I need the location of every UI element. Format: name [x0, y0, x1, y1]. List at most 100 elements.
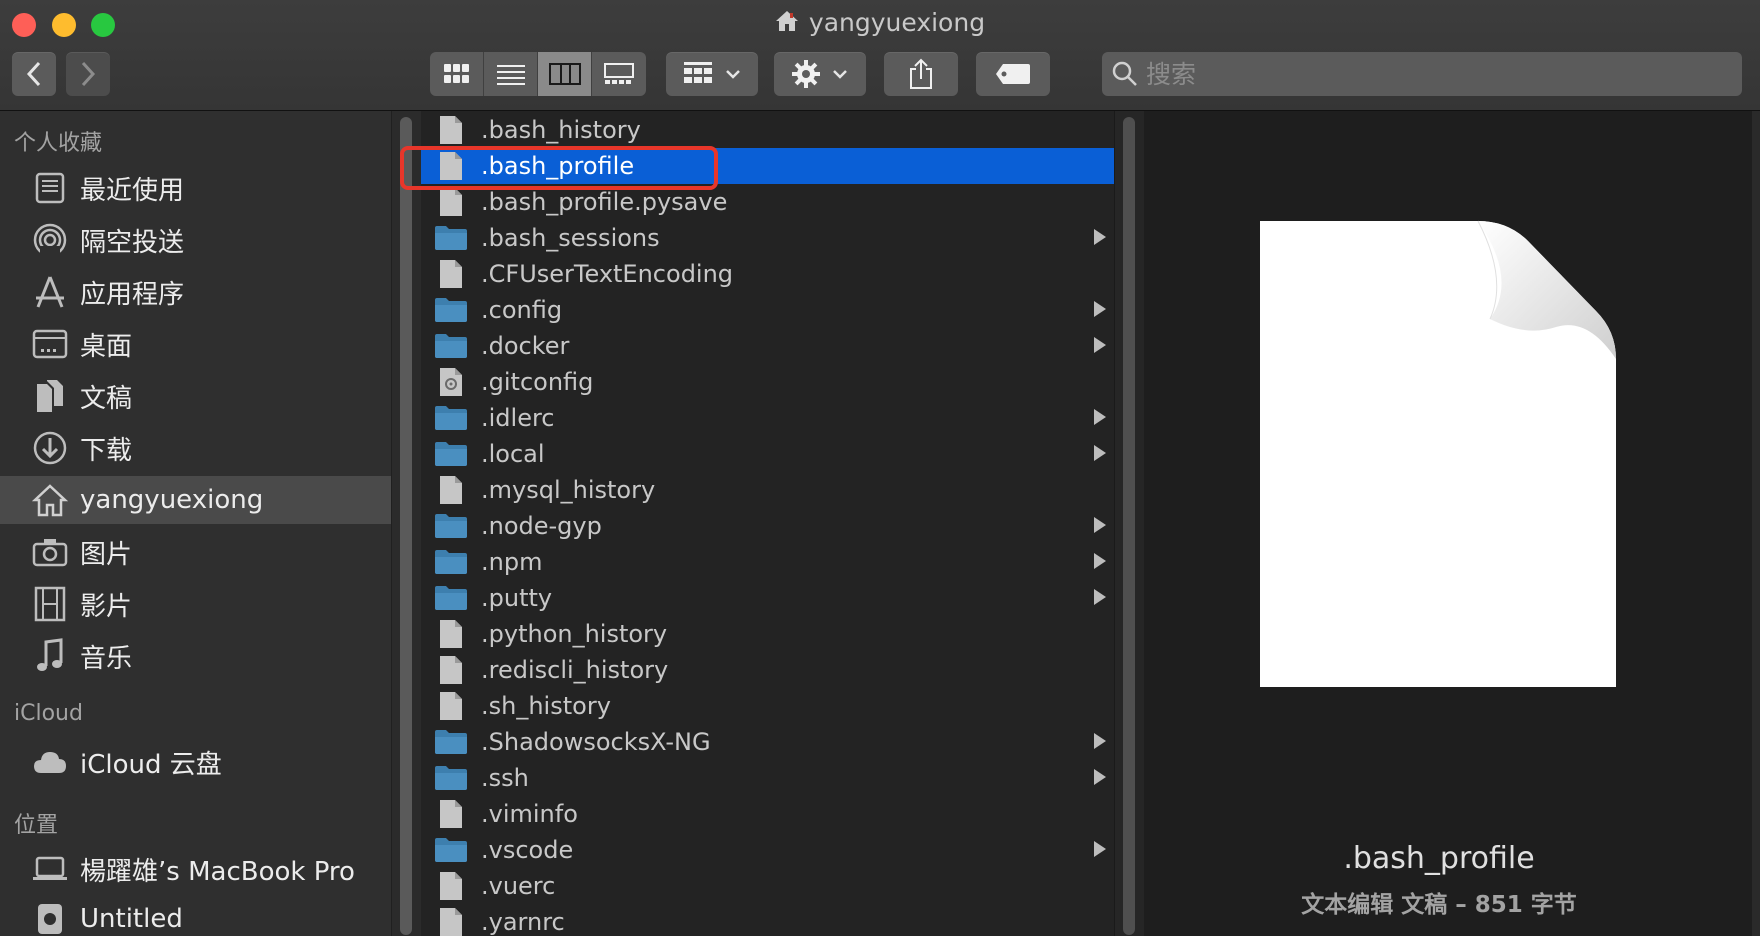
disclosure-arrow-icon [1094, 229, 1106, 245]
folder-icon [433, 293, 469, 327]
column-scrollbar[interactable] [1114, 111, 1144, 936]
minimize-window-button[interactable] [52, 13, 76, 37]
folder-row[interactable]: .vscode [421, 832, 1114, 868]
file-name: .bash_profile.pysave [481, 188, 728, 216]
action-menu-button[interactable] [774, 52, 866, 96]
folder-icon [433, 437, 469, 471]
file-name: .vuerc [481, 872, 556, 900]
file-row[interactable]: .mysql_history [421, 472, 1114, 508]
document-icon [433, 617, 469, 651]
folder-row[interactable]: .node-gyp [421, 508, 1114, 544]
folder-row[interactable]: .idlerc [421, 400, 1114, 436]
column-scroll-thumb[interactable] [1123, 117, 1135, 935]
file-name: .yarnrc [481, 908, 565, 936]
share-button[interactable] [884, 52, 958, 96]
sidebar-item-macbook[interactable]: 楊躍雄’s MacBook Pro [0, 845, 391, 893]
folder-row[interactable]: .config [421, 292, 1114, 328]
search-input[interactable] [1146, 59, 1726, 89]
sidebar-item-label: 下载 [80, 435, 133, 466]
folder-row[interactable]: .ssh [421, 760, 1114, 796]
sidebar: 个人收藏 最近使用 隔空投送 应用程序 桌面 文稿 下载 yangyuexion… [0, 111, 391, 936]
sidebar-item-downloads[interactable]: 下载 [0, 424, 391, 472]
file-row[interactable]: .rediscli_history [421, 652, 1114, 688]
file-name: .mysql_history [481, 476, 656, 504]
sidebar-scrollbar[interactable] [391, 111, 421, 936]
column-view-button[interactable] [538, 52, 592, 96]
sidebar-item-movies[interactable]: 影片 [0, 580, 391, 628]
folder-row[interactable]: .docker [421, 328, 1114, 364]
folder-row[interactable]: .putty [421, 580, 1114, 616]
sidebar-item-applications[interactable]: 应用程序 [0, 268, 391, 316]
file-row[interactable]: .bash_history [421, 112, 1114, 148]
airdrop-icon [30, 220, 70, 260]
desktop-icon [30, 324, 70, 364]
file-name: .idlerc [481, 404, 555, 432]
file-row[interactable]: .gitconfig [421, 364, 1114, 400]
document-icon [433, 257, 469, 291]
folder-icon [433, 221, 469, 255]
file-row[interactable]: .bash_profile [421, 148, 1114, 184]
disclosure-arrow-icon [1094, 517, 1106, 533]
search-field[interactable] [1102, 52, 1742, 96]
config-document-icon [433, 365, 469, 399]
cloud-icon [30, 742, 70, 782]
sidebar-item-label: 桌面 [80, 331, 133, 362]
sidebar-item-label: yangyuexiong [80, 485, 264, 515]
file-name: .viminfo [481, 800, 578, 828]
sidebar-item-airdrop[interactable]: 隔空投送 [0, 216, 391, 264]
preview-file-info: 文本编辑 文稿 – 851 字节 [1301, 892, 1577, 918]
chevron-down-icon [726, 70, 740, 79]
back-button[interactable] [12, 52, 56, 96]
group-by-button[interactable] [666, 52, 758, 96]
sidebar-scroll-thumb[interactable] [400, 117, 412, 935]
applications-icon [30, 272, 70, 312]
document-preview-icon [1258, 219, 1618, 693]
sidebar-item-label: 音乐 [80, 643, 133, 674]
folder-icon [433, 509, 469, 543]
folder-row[interactable]: .ShadowsocksX-NG [421, 724, 1114, 760]
forward-button[interactable] [66, 52, 110, 96]
disclosure-arrow-icon [1094, 841, 1106, 857]
sidebar-item-untitled[interactable]: Untitled [0, 895, 391, 936]
list-view-button[interactable] [484, 52, 538, 96]
view-mode-segmented [430, 52, 646, 96]
tags-button[interactable] [976, 52, 1050, 96]
sidebar-item-icloud-drive[interactable]: iCloud 云盘 [0, 738, 391, 786]
sidebar-item-recents[interactable]: 最近使用 [0, 164, 391, 212]
disclosure-arrow-icon [1094, 409, 1106, 425]
sidebar-item-home[interactable]: yangyuexiong [0, 476, 391, 524]
document-icon [433, 473, 469, 507]
folder-row[interactable]: .local [421, 436, 1114, 472]
folder-icon [433, 833, 469, 867]
gallery-view-button[interactable] [592, 52, 646, 96]
recents-icon [30, 168, 70, 208]
document-icon [433, 113, 469, 147]
columns-icon [548, 63, 581, 85]
folder-row[interactable]: .npm [421, 544, 1114, 580]
file-name: .config [481, 296, 563, 324]
sidebar-item-documents[interactable]: 文稿 [0, 372, 391, 420]
folder-row[interactable]: .bash_sessions [421, 220, 1114, 256]
file-row[interactable]: .sh_history [421, 688, 1114, 724]
file-row[interactable]: .yarnrc [421, 904, 1114, 936]
icon-view-button[interactable] [430, 52, 484, 96]
sidebar-item-music[interactable]: 音乐 [0, 632, 391, 680]
file-name: .local [481, 440, 545, 468]
document-icon [433, 869, 469, 903]
file-name: .vscode [481, 836, 574, 864]
file-row[interactable]: .bash_profile.pysave [421, 184, 1114, 220]
sidebar-item-label: 最近使用 [80, 175, 185, 206]
file-name: .docker [481, 332, 570, 360]
file-row[interactable]: .python_history [421, 616, 1114, 652]
chevron-down-icon [833, 70, 847, 79]
file-row[interactable]: .viminfo [421, 796, 1114, 832]
close-window-button[interactable] [12, 13, 36, 37]
sidebar-item-pictures[interactable]: 图片 [0, 528, 391, 576]
document-icon [433, 149, 469, 183]
file-row[interactable]: .CFUserTextEncoding [421, 256, 1114, 292]
sidebar-item-label: 应用程序 [80, 279, 185, 310]
folder-icon [433, 329, 469, 363]
zoom-window-button[interactable] [91, 13, 115, 37]
file-row[interactable]: .vuerc [421, 868, 1114, 904]
sidebar-item-desktop[interactable]: 桌面 [0, 320, 391, 368]
